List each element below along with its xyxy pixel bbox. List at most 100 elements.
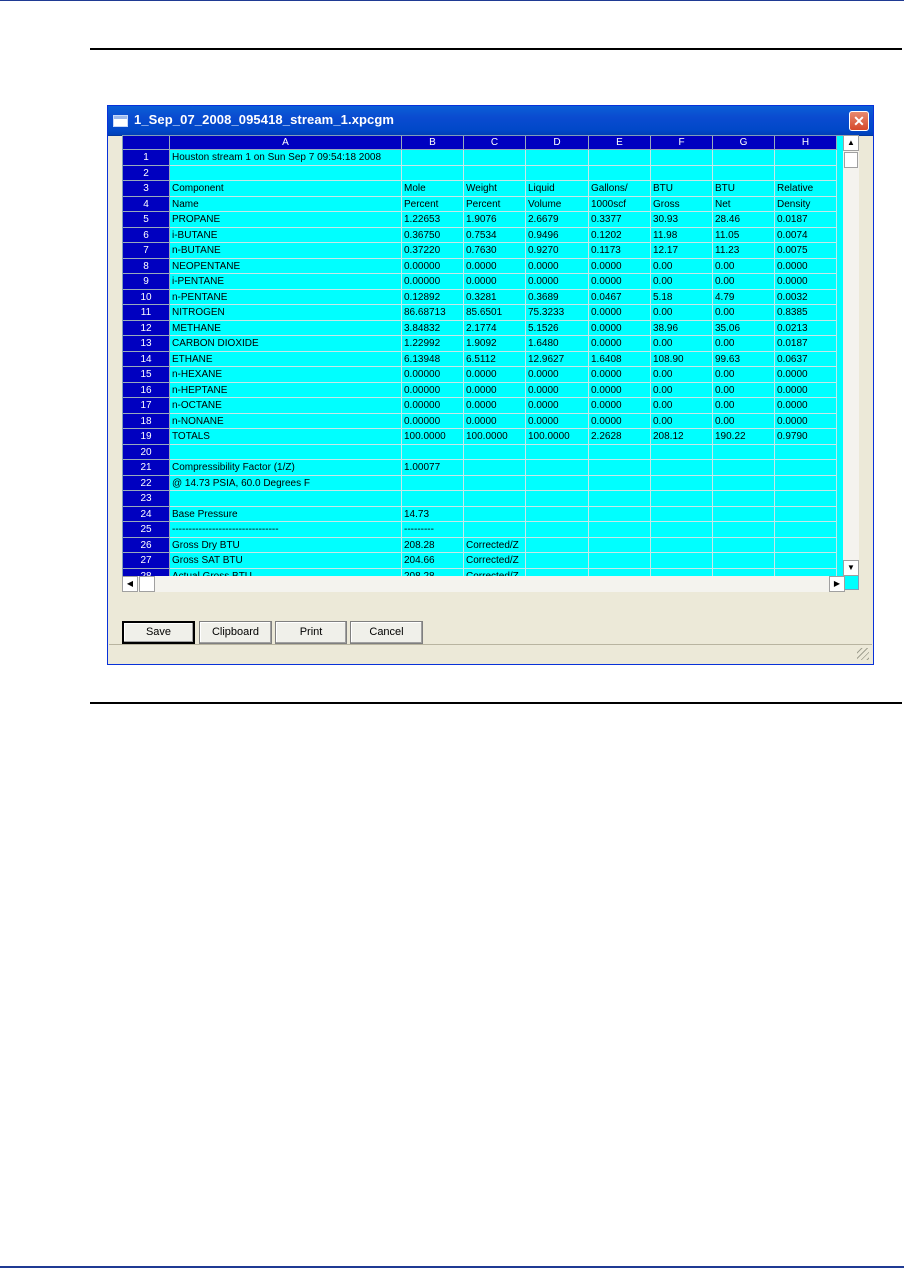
cell-g15[interactable]: 0.00	[713, 367, 775, 383]
cell-f14[interactable]: 108.90	[651, 351, 713, 367]
cell-h17[interactable]: 0.0000	[775, 398, 837, 414]
cell-d21[interactable]	[526, 460, 589, 476]
cell-h15[interactable]: 0.0000	[775, 367, 837, 383]
cell-a26[interactable]: Gross Dry BTU	[170, 537, 402, 553]
cell-h12[interactable]: 0.0213	[775, 320, 837, 336]
cell-a6[interactable]: i-BUTANE	[170, 227, 402, 243]
cell-c27[interactable]: Corrected/Z	[464, 553, 526, 569]
cell-c13[interactable]: 1.9092	[464, 336, 526, 352]
cell-c24[interactable]	[464, 506, 526, 522]
cell-b2[interactable]	[402, 165, 464, 181]
cell-e25[interactable]	[589, 522, 651, 538]
cancel-button[interactable]: Cancel	[350, 621, 423, 644]
cell-c9[interactable]: 0.0000	[464, 274, 526, 290]
cell-e24[interactable]	[589, 506, 651, 522]
row-header[interactable]: 20	[123, 444, 170, 460]
cell-e11[interactable]: 0.0000	[589, 305, 651, 321]
row-header[interactable]: 1	[123, 150, 170, 166]
cell-b24[interactable]: 14.73	[402, 506, 464, 522]
cell-b6[interactable]: 0.36750	[402, 227, 464, 243]
row-header[interactable]: 13	[123, 336, 170, 352]
cell-d18[interactable]: 0.0000	[526, 413, 589, 429]
cell-g26[interactable]	[713, 537, 775, 553]
cell-f15[interactable]: 0.00	[651, 367, 713, 383]
cell-f20[interactable]	[651, 444, 713, 460]
row-header[interactable]: 21	[123, 460, 170, 476]
cell-h4[interactable]: Density	[775, 196, 837, 212]
cell-a4[interactable]: Name	[170, 196, 402, 212]
cell-h8[interactable]: 0.0000	[775, 258, 837, 274]
column-header-d[interactable]: D	[526, 136, 589, 150]
cell-e1[interactable]	[589, 150, 651, 166]
cell-g18[interactable]: 0.00	[713, 413, 775, 429]
cell-g8[interactable]: 0.00	[713, 258, 775, 274]
cell-g13[interactable]: 0.00	[713, 336, 775, 352]
cell-d23[interactable]	[526, 491, 589, 507]
cell-a20[interactable]	[170, 444, 402, 460]
row-header[interactable]: 18	[123, 413, 170, 429]
cell-d15[interactable]: 0.0000	[526, 367, 589, 383]
cell-b22[interactable]	[402, 475, 464, 491]
cell-c11[interactable]: 85.6501	[464, 305, 526, 321]
cell-a24[interactable]: Base Pressure	[170, 506, 402, 522]
cell-b3[interactable]: Mole	[402, 181, 464, 197]
cell-g5[interactable]: 28.46	[713, 212, 775, 228]
cell-f2[interactable]	[651, 165, 713, 181]
cell-d19[interactable]: 100.0000	[526, 429, 589, 445]
cell-a2[interactable]	[170, 165, 402, 181]
cell-b11[interactable]: 86.68713	[402, 305, 464, 321]
cell-b17[interactable]: 0.00000	[402, 398, 464, 414]
row-header[interactable]: 17	[123, 398, 170, 414]
cell-f24[interactable]	[651, 506, 713, 522]
cell-a21[interactable]: Compressibility Factor (1/Z)	[170, 460, 402, 476]
cell-f1[interactable]	[651, 150, 713, 166]
row-header[interactable]: 5	[123, 212, 170, 228]
cell-h6[interactable]: 0.0074	[775, 227, 837, 243]
cell-d1[interactable]	[526, 150, 589, 166]
cell-h26[interactable]	[775, 537, 837, 553]
cell-d11[interactable]: 75.3233	[526, 305, 589, 321]
cell-e23[interactable]	[589, 491, 651, 507]
cell-e14[interactable]: 1.6408	[589, 351, 651, 367]
row-header[interactable]: 2	[123, 165, 170, 181]
cell-h7[interactable]: 0.0075	[775, 243, 837, 259]
column-header-c[interactable]: C	[464, 136, 526, 150]
cell-d26[interactable]	[526, 537, 589, 553]
cell-g16[interactable]: 0.00	[713, 382, 775, 398]
horizontal-scrollbar[interactable]: ◀ ▶	[122, 576, 845, 592]
cell-d16[interactable]: 0.0000	[526, 382, 589, 398]
cell-c12[interactable]: 2.1774	[464, 320, 526, 336]
cell-f12[interactable]: 38.96	[651, 320, 713, 336]
cell-c22[interactable]	[464, 475, 526, 491]
cell-e15[interactable]: 0.0000	[589, 367, 651, 383]
cell-f8[interactable]: 0.00	[651, 258, 713, 274]
cell-a1[interactable]: Houston stream 1 on Sun Sep 7 09:54:18 2…	[170, 150, 402, 166]
cell-g21[interactable]	[713, 460, 775, 476]
cell-d5[interactable]: 2.6679	[526, 212, 589, 228]
cell-g17[interactable]: 0.00	[713, 398, 775, 414]
cell-a22[interactable]: @ 14.73 PSIA, 60.0 Degrees F	[170, 475, 402, 491]
cell-f19[interactable]: 208.12	[651, 429, 713, 445]
cell-g4[interactable]: Net	[713, 196, 775, 212]
cell-d3[interactable]: Liquid	[526, 181, 589, 197]
cell-b18[interactable]: 0.00000	[402, 413, 464, 429]
cell-e8[interactable]: 0.0000	[589, 258, 651, 274]
cell-b7[interactable]: 0.37220	[402, 243, 464, 259]
column-header-a[interactable]: A	[170, 136, 402, 150]
row-header[interactable]: 24	[123, 506, 170, 522]
cell-a18[interactable]: n-NONANE	[170, 413, 402, 429]
cell-h2[interactable]	[775, 165, 837, 181]
cell-a15[interactable]: n-HEXANE	[170, 367, 402, 383]
cell-h1[interactable]	[775, 150, 837, 166]
cell-b9[interactable]: 0.00000	[402, 274, 464, 290]
cell-c3[interactable]: Weight	[464, 181, 526, 197]
cell-b12[interactable]: 3.84832	[402, 320, 464, 336]
cell-c6[interactable]: 0.7534	[464, 227, 526, 243]
cell-d10[interactable]: 0.3689	[526, 289, 589, 305]
cell-g7[interactable]: 11.23	[713, 243, 775, 259]
cell-e18[interactable]: 0.0000	[589, 413, 651, 429]
cell-e17[interactable]: 0.0000	[589, 398, 651, 414]
row-header[interactable]: 23	[123, 491, 170, 507]
cell-d8[interactable]: 0.0000	[526, 258, 589, 274]
row-header[interactable]: 25	[123, 522, 170, 538]
